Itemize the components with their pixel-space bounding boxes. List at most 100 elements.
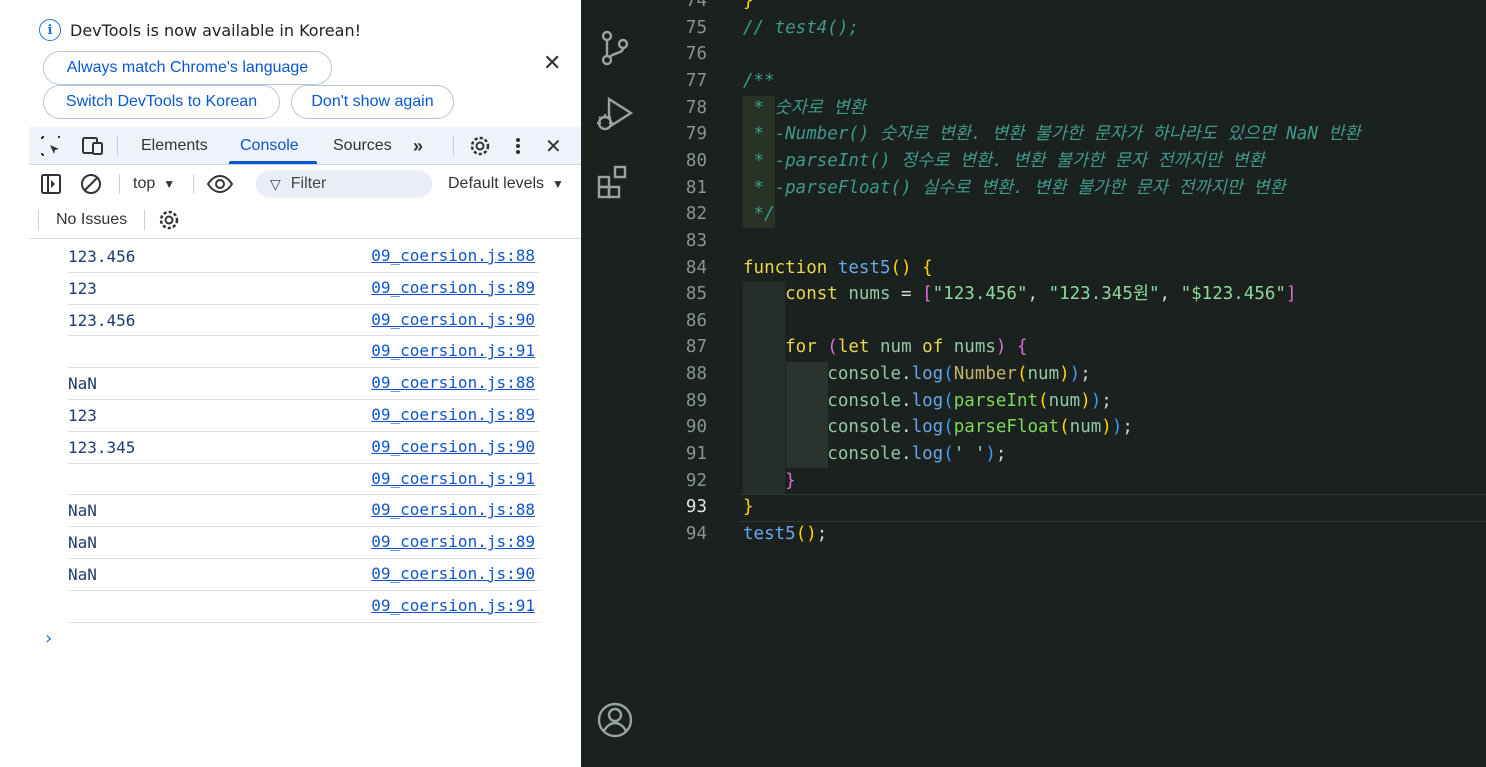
code-token: parseFloat: [953, 417, 1060, 438]
code-token: (: [1038, 390, 1049, 411]
live-expression-eye-icon[interactable]: [206, 165, 234, 203]
log-value: 123: [68, 405, 97, 425]
code-text: console.log(' ');: [743, 441, 1006, 468]
dont-show-again-button[interactable]: Don't show again: [291, 85, 454, 119]
info-icon: i: [39, 19, 61, 41]
devtools-tabbar: Elements Console Sources » ✕: [29, 127, 581, 165]
code-token: .: [901, 364, 912, 385]
code-token: ;: [995, 444, 1007, 465]
run-debug-icon[interactable]: [595, 95, 635, 135]
console-row: 123 09_coersion.js:89: [68, 400, 539, 432]
code-token: .: [901, 390, 912, 411]
code-token: ): [1069, 364, 1081, 385]
log-levels-label: Default levels: [448, 175, 545, 192]
source-link[interactable]: 09_coersion.js:88: [371, 373, 535, 392]
extensions-icon[interactable]: [595, 163, 635, 203]
code-token: log: [911, 417, 944, 438]
code-token: {: [1017, 337, 1028, 358]
source-link[interactable]: 09_coersion.js:89: [371, 532, 535, 551]
code-token: num: [1027, 364, 1060, 385]
filter-input[interactable]: ▽ Filter: [256, 170, 432, 198]
code-token: ): [1090, 390, 1102, 411]
source-link[interactable]: 09_coersion.js:88: [371, 246, 535, 265]
line-number: 88: [685, 364, 707, 385]
tab-sources[interactable]: Sources: [333, 127, 392, 165]
line-number: 80: [685, 150, 707, 171]
code-token: ,: [1159, 284, 1181, 305]
code-token: * -parseInt() 정수로 변환. 변환 불가한 문자 전까지만 변환: [743, 150, 1265, 171]
settings-gear-icon[interactable]: [468, 127, 492, 165]
console-settings-gear-icon[interactable]: [157, 203, 181, 237]
clear-console-icon[interactable]: [79, 165, 103, 203]
device-toggle-icon[interactable]: [79, 127, 105, 165]
code-token: ;: [1101, 390, 1112, 411]
code-token: .: [901, 444, 912, 465]
more-tabs-icon[interactable]: »: [413, 127, 423, 165]
code-line: 74}: [649, 0, 1486, 15]
code-token: ): [1059, 364, 1070, 385]
source-link[interactable]: 09_coersion.js:90: [371, 437, 535, 456]
console-toolbar: top ▼ ▽ Filter Default levels ▼: [29, 165, 581, 203]
source-link[interactable]: 09_coersion.js:90: [371, 564, 535, 583]
context-selector[interactable]: top ▼: [133, 165, 175, 203]
source-link[interactable]: 09_coersion.js:90: [371, 310, 535, 329]
log-levels-dropdown[interactable]: Default levels ▼: [448, 165, 564, 203]
tab-console[interactable]: Console: [240, 127, 299, 165]
source-link[interactable]: 09_coersion.js:91: [371, 469, 535, 488]
code-token: console: [743, 364, 902, 385]
code-line: 94 test5();: [649, 521, 1486, 548]
code-token: ;: [816, 524, 828, 544]
switch-korean-button[interactable]: Switch DevTools to Korean: [43, 85, 280, 119]
code-token: (: [943, 417, 954, 438]
code-token: ]: [1285, 284, 1297, 305]
code-token: num: [880, 337, 923, 358]
code-text: }: [743, 468, 796, 495]
source-control-icon[interactable]: [595, 28, 635, 68]
close-notice-icon[interactable]: ✕: [543, 53, 561, 75]
code-token: ;: [1122, 417, 1133, 438]
code-token: nums: [953, 337, 996, 358]
code-line: 77 /**: [649, 68, 1486, 95]
match-language-button[interactable]: Always match Chrome's language: [43, 51, 332, 85]
tab-elements[interactable]: Elements: [141, 127, 208, 165]
source-link[interactable]: 09_coersion.js:88: [371, 500, 535, 519]
code-token: "$123.456": [1180, 284, 1286, 305]
close-devtools-icon[interactable]: ✕: [545, 127, 562, 165]
code-text: const nums = ["123.456", "123.345원", "$1…: [743, 281, 1297, 308]
source-link[interactable]: 09_coersion.js:89: [371, 405, 535, 424]
console-row: 123.345 09_coersion.js:90: [68, 432, 539, 464]
code-token: (: [1059, 417, 1070, 438]
code-text: * -Number() 숫자로 변환. 변환 불가한 문자가 하나라도 있으면 …: [743, 121, 1361, 148]
code-text: }: [743, 494, 754, 521]
code-token: .: [901, 417, 912, 438]
code-token: */: [743, 204, 775, 225]
code-text: // test4();: [743, 15, 859, 42]
code-token: "123.345원": [1048, 284, 1160, 305]
code-token: ): [995, 337, 1017, 358]
code-token: of: [922, 337, 954, 358]
line-number: 82: [685, 204, 707, 225]
account-icon[interactable]: [595, 700, 635, 740]
line-number: 90: [685, 417, 707, 438]
sidebar-toggle-icon[interactable]: [39, 165, 63, 203]
code-token: Number: [953, 364, 1017, 385]
code-line: 83: [649, 228, 1486, 255]
code-token: // test4();: [743, 17, 859, 38]
devtools-panel: i DevTools is now available in Korean! A…: [29, 0, 581, 767]
code-editor: 74} 75// test4(); 76 77/** 78 * 숫자로 변환 79 * -…: [581, 0, 1486, 767]
code-token: ;: [1080, 364, 1091, 385]
active-tab-indicator: [229, 161, 317, 164]
line-number: 79: [685, 124, 707, 145]
console-prompt[interactable]: ›: [45, 628, 52, 649]
inspect-element-icon[interactable]: [39, 127, 63, 165]
source-link[interactable]: 09_coersion.js:89: [371, 278, 535, 297]
kebab-menu-icon[interactable]: [513, 127, 523, 165]
source-link[interactable]: 09_coersion.js:91: [371, 596, 535, 615]
line-number: 91: [685, 444, 707, 465]
log-value: NaN: [68, 501, 97, 521]
code-token: (): [795, 524, 817, 544]
issues-count[interactable]: No Issues: [56, 203, 127, 237]
code-area[interactable]: 74} 75// test4(); 76 77/** 78 * 숫자로 변환 79 * -…: [649, 0, 1486, 767]
source-link[interactable]: 09_coersion.js:91: [371, 341, 535, 360]
code-token: * -parseFloat() 실수로 변환. 변환 불가한 문자 전까지만 변…: [743, 177, 1286, 198]
